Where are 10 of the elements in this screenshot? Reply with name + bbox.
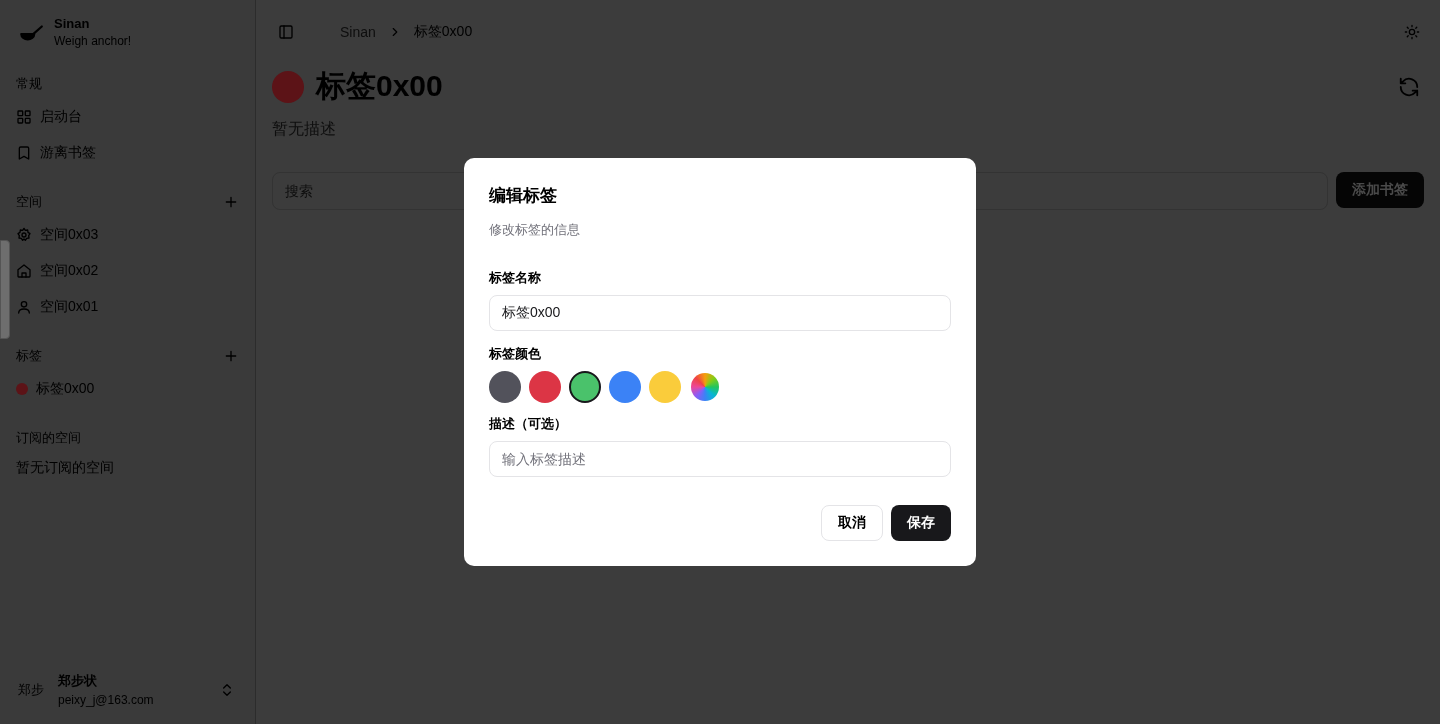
dialog-title: 编辑标签 [489,185,558,207]
dialog-subtitle: 修改标签的信息 [489,221,581,239]
page-title: 标签0x00 [316,68,443,104]
field-label: 描述（可选） [489,415,568,433]
field-label: 标签颜色 [489,345,542,363]
user-email: peixy_j@163.com [58,693,154,707]
user-name: 郑步状 [58,672,98,690]
app-name: Sinan [54,16,91,31]
app-tagline: Weigh anchor! [54,34,132,48]
field-label: 标签名称 [489,269,542,287]
